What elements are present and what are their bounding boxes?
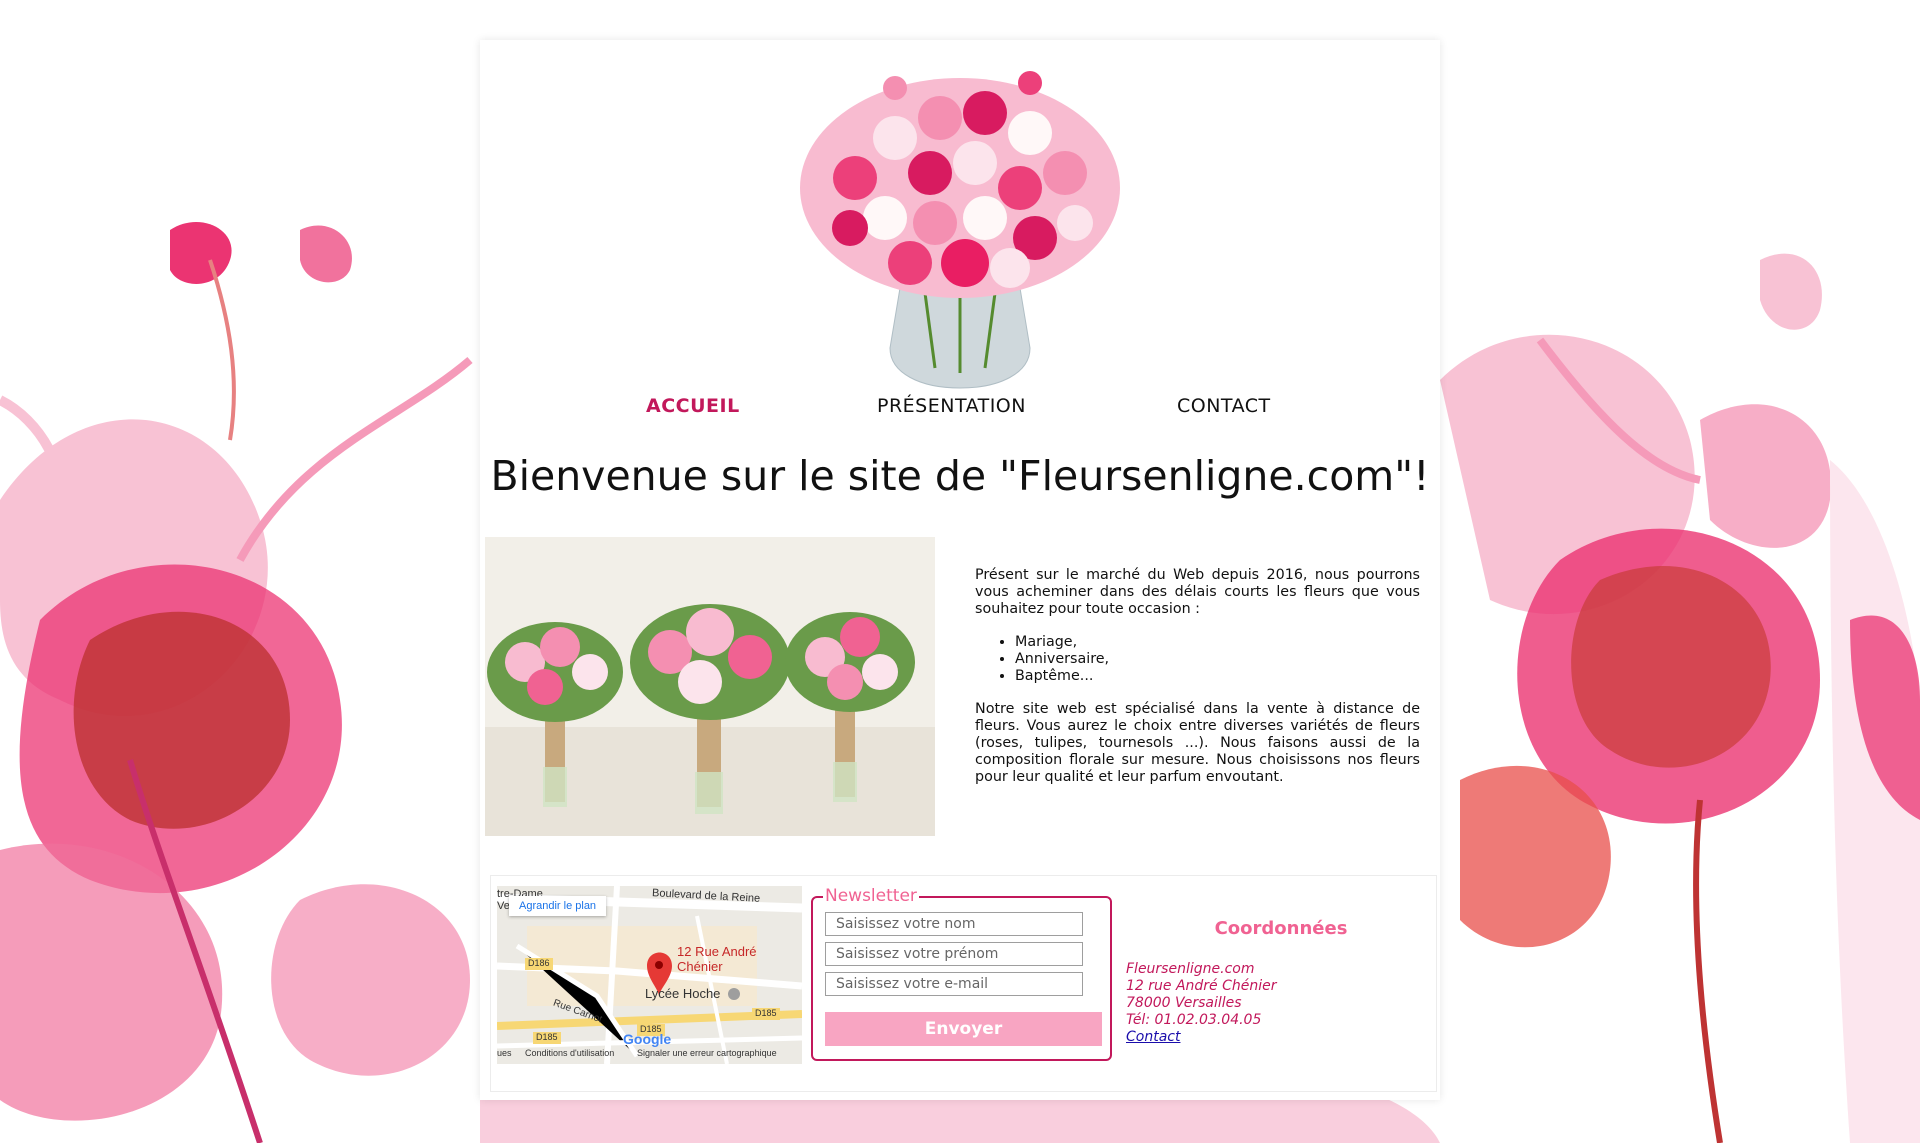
map-road-label: D185: [755, 1008, 777, 1018]
description-paragraph: Notre site web est spécialisé dans la ve…: [975, 701, 1420, 785]
main-nav: ACCUEIL PRÉSENTATION CONTACT: [480, 395, 1440, 435]
map-report-link[interactable]: Signaler une erreur cartographique: [637, 1048, 777, 1058]
newsletter-legend: Newsletter: [823, 886, 919, 906]
intro-paragraph: Présent sur le marché du Web depuis 2016…: [975, 567, 1420, 617]
map-road-label: D185: [536, 1032, 558, 1042]
list-item: Anniversaire,: [1015, 651, 1420, 668]
footer: tre-Dame Ve Boulevard de la Reine Agrand…: [490, 875, 1437, 1092]
bouquets-photo: [485, 537, 935, 836]
occasions-list: Mariage, Anniversaire, Baptême...: [975, 634, 1420, 685]
nav-presentation[interactable]: PRÉSENTATION: [877, 395, 1026, 417]
map-poi-label: Lycée Hoche: [645, 986, 721, 1001]
google-logo: Google: [623, 1031, 672, 1047]
list-item: Baptême...: [1015, 668, 1420, 685]
name-input[interactable]: [825, 912, 1083, 936]
map-street-label: Ve: [497, 900, 510, 912]
map-marker-label: 12 Rue André Chénier: [677, 944, 757, 974]
coord-site: Fleursenligne.com: [1126, 961, 1255, 977]
coordinates-block: Fleursenligne.com 12 rue André Chénier 7…: [1126, 961, 1426, 1046]
contact-link[interactable]: Contact: [1126, 1029, 1426, 1046]
coordinates-title: Coordonnées: [1214, 918, 1348, 939]
nav-contact[interactable]: CONTACT: [1177, 395, 1271, 417]
coord-street: 12 rue André Chénier: [1126, 978, 1277, 994]
map-embed[interactable]: tre-Dame Ve Boulevard de la Reine Agrand…: [497, 886, 802, 1064]
nav-accueil[interactable]: ACCUEIL: [646, 395, 740, 417]
map-terms-link[interactable]: Conditions d'utilisation: [525, 1048, 614, 1058]
intro-text: Présent sur le marché du Web depuis 2016…: [975, 567, 1420, 786]
list-item: Mariage,: [1015, 634, 1420, 651]
page-title: Bienvenue sur le site de "Fleursenligne.…: [490, 452, 1430, 500]
bouquet-image: [800, 71, 1120, 389]
coord-phone: Tél: 01.02.03.04.05: [1126, 1012, 1262, 1028]
submit-button[interactable]: Envoyer: [825, 1012, 1102, 1046]
map-edge-label: ues: [497, 1048, 512, 1058]
map-road-label: D186: [528, 958, 550, 968]
firstname-input[interactable]: [825, 942, 1083, 966]
coord-city: 78000 Versailles: [1126, 995, 1242, 1011]
email-input[interactable]: [825, 972, 1083, 996]
enlarge-map-button[interactable]: Agrandir le plan: [509, 896, 607, 916]
content-card: ACCUEIL PRÉSENTATION CONTACT Bienvenue s…: [480, 40, 1440, 1100]
newsletter-form: Newsletter Envoyer: [811, 886, 1112, 1061]
